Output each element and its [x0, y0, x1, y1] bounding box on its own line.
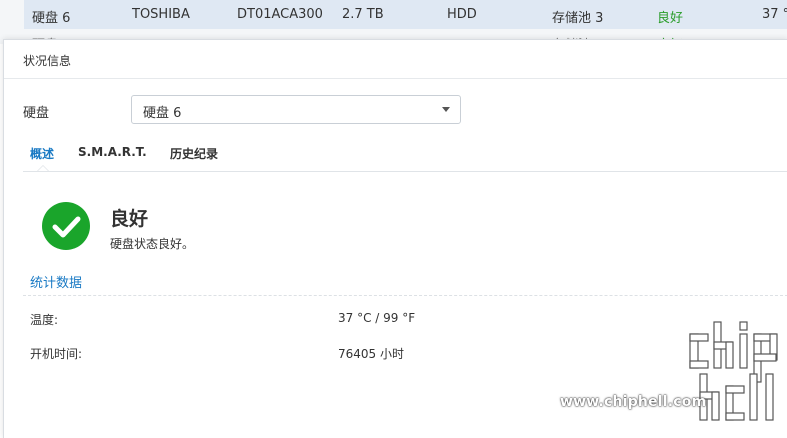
power-on-time-value: 76405 小时: [338, 347, 404, 361]
stats-section-title: 统计数据: [30, 276, 83, 291]
tab-history[interactable]: 历史纪录: [170, 145, 218, 162]
disk-select-value: 硬盘 6: [143, 106, 182, 121]
status-description: 硬盘状态良好。: [110, 237, 195, 251]
cell-type: HDD: [447, 7, 477, 22]
dialog-title: 状况信息: [23, 54, 72, 68]
check-circle-icon: [42, 202, 90, 250]
caret-down-icon[interactable]: [442, 107, 450, 112]
tab-overview[interactable]: 概述: [30, 145, 54, 162]
cell-size: 2.7 TB: [342, 7, 384, 22]
cell-pool: 存储池 3: [552, 11, 604, 26]
tab-divider: [23, 171, 787, 172]
power-on-time-label: 开机时间:: [30, 347, 83, 361]
dashed-divider: [23, 295, 787, 296]
cell-vendor: TOSHIBA: [132, 7, 190, 22]
cell-temp: 37 °: [762, 7, 787, 22]
health-info-dialog: 状况信息 硬盘 硬盘 6 概述 S.M.A.R.T. 历史纪录 良好 硬盘状态良…: [3, 39, 787, 438]
disk-select[interactable]: 硬盘 6: [131, 95, 461, 124]
tab-smart[interactable]: S.M.A.R.T.: [78, 145, 147, 159]
temperature-label: 温度:: [30, 313, 59, 327]
disk-list-table: 硬盘 6 TOSHIBA DT01ACA300 2.7 TB HDD 存储池 3…: [0, 0, 787, 44]
disk-select-label: 硬盘: [23, 106, 50, 121]
cell-model: DT01ACA300: [237, 7, 323, 22]
cell-disk-name: 硬盘 6: [32, 11, 71, 26]
watermark-url: www.chiphell.com: [560, 394, 707, 410]
cell-status: 良好: [657, 11, 684, 26]
status-title: 良好: [110, 208, 149, 230]
temperature-value: 37 °C / 99 °F: [338, 311, 416, 325]
divider: [4, 78, 787, 79]
table-row-selected[interactable]: 硬盘 6 TOSHIBA DT01ACA300 2.7 TB HDD 存储池 3…: [24, 0, 787, 29]
